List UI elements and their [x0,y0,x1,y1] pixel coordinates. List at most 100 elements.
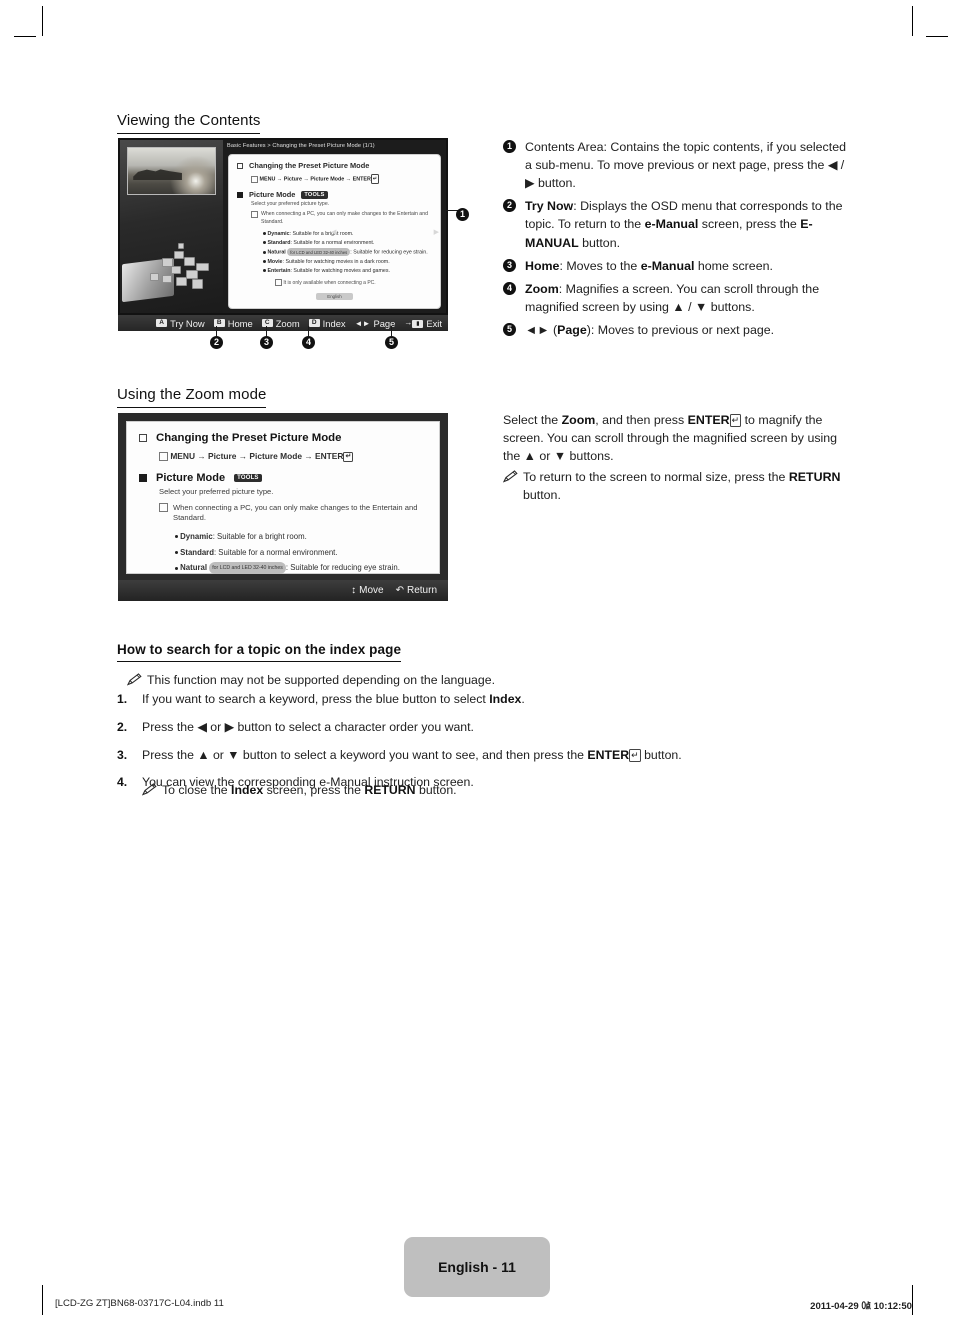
figure2-subtitle: Select your preferred picture type. [159,486,274,496]
toolbar-label: Exit [426,317,442,329]
mode-name: Dynamic [180,532,213,542]
figure-emanual-screen: Basic Features > Changing the Preset Pic… [118,138,448,331]
list-bullet-icon [263,269,266,273]
callout-stem [391,326,392,336]
index-search-bottom-note: To close the Index screen, press the RET… [142,782,842,800]
callout-3: 3 [260,326,273,349]
key-a-icon: A [156,318,168,328]
callout-stem [216,326,217,336]
crop-mark-top-left-vertical [42,6,43,36]
model-scope-badge: for LCD and LED 32-40 inches [209,562,286,574]
callout-number-marker: 2 [503,197,525,214]
step-item: 1. If you want to search a keyword, pres… [117,691,817,709]
callout-number: 5 [503,322,516,336]
callout-number: 5 [385,336,398,349]
zoom-bottom-bar: ↕ Move ↶ Return [118,580,448,601]
mode-desc: : Suitable for watching movies in a dark… [282,258,390,265]
index-search-top-note: This function may not be supported depen… [127,672,827,690]
callout-number-marker: 4 [503,280,525,297]
mode-desc: : Suitable for watching movies and games… [290,268,390,275]
callout-number: 4 [302,336,315,349]
crop-mark-top-right-horizontal [926,36,948,37]
mode-desc: : Suitable for a bright room. [212,532,307,542]
figure1-subtitle: Select your preferred picture type. [251,201,330,207]
section-heading-using-the-zoom-mode: Using the Zoom mode [117,386,267,408]
toolbar-label: Index [322,317,346,329]
mode-item: Dynamic: Suitable for a bright room. [175,529,427,545]
bottom-bar-label: Return [406,585,437,596]
callout-number: 3 [260,336,273,349]
footer-file-reference: [LCD-ZG ZT]BN68-03717C-L04.indb 11 [55,1298,224,1309]
bottom-bar-item-move[interactable]: ↕ Move [351,585,383,596]
mode-item: Standard: Suitable for a normal environm… [175,545,427,561]
section-heading-viewing-the-contents: Viewing the Contents [117,112,261,134]
enter-key-icon: ↵ [343,451,354,462]
tools-badge: TOOLS [301,190,328,199]
figure1-note: When connecting a PC, you can only make … [261,211,428,225]
callout-description-2: 2 Try Now: Displays the OSD menu that co… [503,197,848,251]
zoom-content-panel: Changing the Preset Picture Mode MENU → … [126,421,440,588]
section-heading-index-search: How to search for a topic on the index p… [117,642,402,662]
mode-name: Natural [267,249,286,256]
step-number: 3. [117,747,128,762]
crop-mark-bottom-right-vertical [912,1285,913,1315]
list-bullet-icon [263,260,266,264]
figure1-section-title: Picture Mode [249,190,296,199]
figure2-title: Changing the Preset Picture Mode [156,432,342,444]
bottom-bar-item-return[interactable]: ↶ Return [396,585,437,596]
index-search-bottom-note-text: To close the Index screen, press the RET… [162,783,457,797]
callout-number: 1 [456,208,469,221]
enter-key-icon: ↵ [370,174,380,184]
app-icon-tile [186,270,198,279]
step-text: Press the ◀ or ▶ button to select a char… [142,719,474,734]
mode-name: Movie [267,258,283,265]
app-icon-tile [184,257,195,266]
list-bullet-icon [175,566,178,570]
open-square-bullet-icon [237,162,243,169]
list-bullet-icon [175,535,178,539]
figure2-menu-path: MENU → Picture → Picture Mode → ENTER [170,451,344,461]
app-icon-tile [174,251,184,259]
step-text: If you want to search a keyword, press t… [142,692,525,706]
page-number-badge: English - 11 [404,1237,550,1297]
callout-5: 5 [385,326,398,349]
toolbar-label: Home [227,317,253,329]
callout-number: 2 [503,199,516,213]
mode-name: Natural [180,563,208,573]
prev-page-arrow-icon[interactable]: ◀ [331,228,336,236]
next-page-arrow-icon[interactable]: ▶ [434,228,439,236]
enter-key-icon: ↵ [629,748,641,762]
toolbar-item-exit[interactable]: → ▮ Exit [404,318,442,329]
figure1-mode-list: Dynamic: Suitable for a bright room. Sta… [263,230,432,286]
list-bullet-icon [175,551,178,555]
mode-desc: : Suitable for reducing eye strain. [350,249,428,256]
callout-stem [308,326,309,336]
zoom-note: To return to the screen to normal size, … [503,469,848,505]
emanual-left-preview-pane [120,140,223,313]
menu-key-icon [251,175,258,183]
app-icon-tile [171,266,181,274]
figure2-menu-path-row: MENU → Picture → Picture Mode → ENTER ↵ [159,451,427,462]
list-bullet-icon [263,231,266,235]
callout-number-marker: 5 [503,321,525,338]
step-item: 3. Press the ▲ or ▼ button to select a k… [117,747,817,765]
zoom-note-text: To return to the screen to normal size, … [523,470,841,502]
mode-desc: : Suitable for a normal environment. [290,239,375,246]
crop-mark-top-right-vertical [912,6,913,36]
list-bullet-icon [263,250,266,254]
callout-description-list: 1 Contents Area: Contains the topic cont… [503,138,848,344]
left-right-arrows-icon: ◄► [354,318,371,328]
step-text: Press the ▲ or ▼ button to select a keyw… [142,747,682,762]
filled-square-bullet-icon [139,473,147,482]
toolbar-item-try-now[interactable]: A Try Now [156,318,205,329]
app-icon-tile [150,273,159,281]
menu-key-icon [159,452,168,462]
language-chip: English [316,293,353,300]
return-arrow-icon: ↶ [395,585,404,596]
pencil-note-icon [127,672,147,686]
mode-name: Standard [180,547,214,557]
callout-4: 4 [302,326,315,349]
mode-item: Natural for LCD and LED 32-40 inches: Su… [175,560,427,576]
callout-description-text: Home: Moves to the e-Manual home screen. [525,258,773,273]
callout-description-3: 3 Home: Moves to the e-Manual home scree… [503,257,848,275]
